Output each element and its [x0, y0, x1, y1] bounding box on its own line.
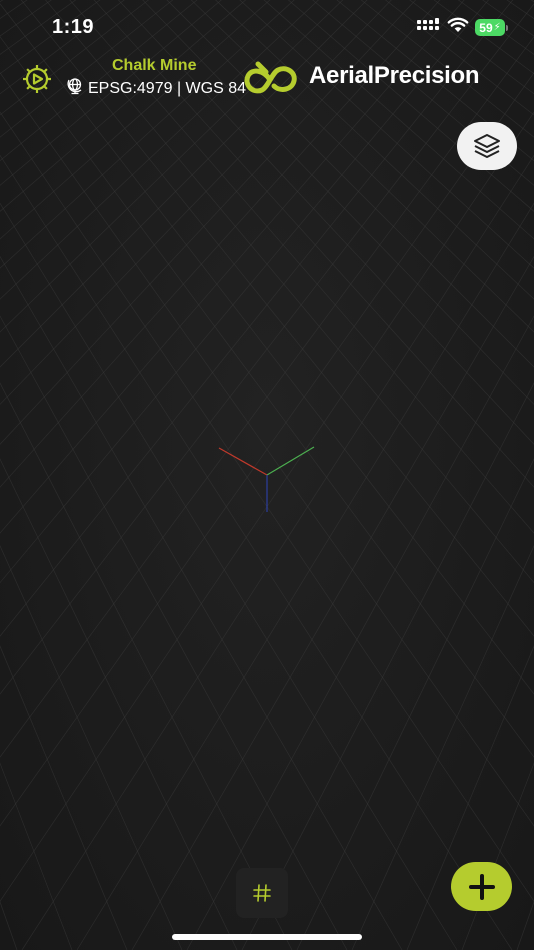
- gear-icon: [23, 65, 51, 93]
- y-axis-line: [266, 446, 315, 476]
- battery-percent: 59: [479, 20, 493, 35]
- home-indicator: [172, 934, 362, 940]
- add-button[interactable]: [451, 862, 512, 911]
- status-time: 1:19: [52, 16, 95, 38]
- x-axis-line: [218, 447, 268, 476]
- plus-icon: [468, 873, 495, 900]
- globe-icon: [66, 77, 84, 100]
- grid-toggle-button[interactable]: [236, 868, 288, 918]
- axes-gizmo: [218, 446, 315, 512]
- brand-logo-icon: [240, 60, 300, 100]
- settings-button[interactable]: [20, 62, 54, 96]
- crs-indicator[interactable]: EPSG:4979 | WGS 84: [66, 77, 246, 100]
- layers-button[interactable]: [457, 122, 517, 170]
- map-viewport-screen: 1:19 59 ⚡ Chalk Mine EPSG:4979 | WGS 84 …: [0, 0, 534, 950]
- project-name: Chalk Mine: [112, 57, 197, 74]
- layers-icon: [474, 134, 500, 158]
- status-icons: 59 ⚡: [417, 17, 508, 38]
- crs-text: EPSG:4979 | WGS 84: [88, 79, 247, 97]
- grid-hash-icon: [253, 884, 271, 902]
- brand-name: AerialPrecision: [309, 62, 480, 89]
- wifi-icon: [447, 17, 469, 38]
- cellular-signal-icon: [417, 18, 441, 37]
- battery-level: 59 ⚡: [475, 19, 505, 36]
- battery-charging-icon: 59 ⚡: [475, 19, 508, 36]
- status-bar: 1:19 59 ⚡: [0, 0, 534, 56]
- app-header: Chalk Mine EPSG:4979 | WGS 84 AerialPrec…: [0, 56, 534, 104]
